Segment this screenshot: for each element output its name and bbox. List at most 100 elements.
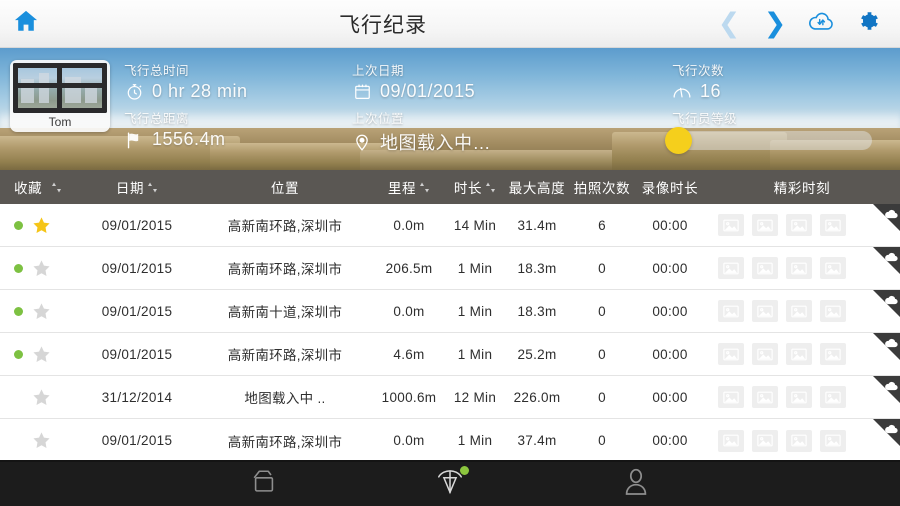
flag-icon xyxy=(124,130,144,150)
cloud-icon xyxy=(884,378,898,396)
settings-button[interactable] xyxy=(852,9,882,39)
table-row[interactable]: 09/01/2015高新南十道,深圳市0.0m1 Min18.3m000:00 xyxy=(0,290,900,333)
column-header-max-altitude: 最大高度 xyxy=(506,170,568,204)
favorite-star-icon[interactable] xyxy=(32,345,51,364)
highlight-thumbnail[interactable] xyxy=(718,430,744,452)
cell-favorite xyxy=(0,333,78,375)
cell-max-altitude: 25.2m xyxy=(506,333,568,375)
cell-date: 09/01/2015 xyxy=(78,419,196,462)
cell-duration: 12 Min xyxy=(444,376,506,418)
table-row[interactable]: 09/01/2015高新南环路,深圳市0.0m1 Min37.4m000:00 xyxy=(0,419,900,462)
column-label: 日期 xyxy=(116,177,144,197)
flight-records-app: 飞行纪录 ❮ ❯ xyxy=(0,0,900,506)
highlight-thumbnail[interactable] xyxy=(820,430,846,452)
column-label: 时长 xyxy=(454,177,482,197)
cell-duration: 1 Min xyxy=(444,419,506,462)
flight-records-table: 09/01/2015高新南环路,深圳市0.0m14 Min31.4m600:00… xyxy=(0,204,900,462)
cell-location: 高新南环路,深圳市 xyxy=(196,419,374,462)
home-button[interactable] xyxy=(0,8,52,39)
favorite-star-icon[interactable] xyxy=(32,216,51,235)
cell-date: 09/01/2015 xyxy=(78,290,196,332)
highlight-thumbnail[interactable] xyxy=(752,430,778,452)
stat-label: 飞行总时间 xyxy=(124,60,248,79)
cell-highlights xyxy=(704,333,900,375)
cell-max-altitude: 18.3m xyxy=(506,290,568,332)
cell-location: 高新南环路,深圳市 xyxy=(196,333,374,375)
column-label: 最大高度 xyxy=(509,177,565,197)
cell-favorite xyxy=(0,204,78,246)
cloud-download-icon xyxy=(807,9,835,38)
table-row[interactable]: 09/01/2015高新南环路,深圳市206.5m1 Min18.3m000:0… xyxy=(0,247,900,290)
column-header-date[interactable]: 日期 xyxy=(78,170,196,204)
cell-video-duration: 00:00 xyxy=(636,290,704,332)
cell-max-altitude: 37.4m xyxy=(506,419,568,462)
stats-hero: Tom 飞行总时间 0 hr 28 min 飞行总距离 xyxy=(0,48,900,170)
flight-stats: 飞行总时间 0 hr 28 min 飞行总距离 xyxy=(0,48,900,170)
table-row[interactable]: 09/01/2015高新南环路,深圳市0.0m14 Min31.4m600:00 xyxy=(0,204,900,247)
highlight-thumbnail[interactable] xyxy=(786,214,812,236)
highlight-thumbnail[interactable] xyxy=(820,300,846,322)
sync-status-empty xyxy=(14,393,23,402)
cloud-icon xyxy=(884,206,898,224)
highlight-thumbnail[interactable] xyxy=(752,300,778,322)
table-row[interactable]: 31/12/2014地图载入中 ..1000.6m12 Min226.0m000… xyxy=(0,376,900,419)
highlight-thumbnail[interactable] xyxy=(718,343,744,365)
favorite-star-icon[interactable] xyxy=(32,259,51,278)
column-header-favorite[interactable]: 收藏 xyxy=(0,170,78,204)
nav-profile[interactable] xyxy=(612,465,660,503)
highlight-thumbnail[interactable] xyxy=(786,300,812,322)
next-page-button[interactable]: ❯ xyxy=(760,9,790,39)
highlight-thumbnail[interactable] xyxy=(820,257,846,279)
table-row[interactable]: 09/01/2015高新南环路,深圳市4.6m1 Min25.2m000:00 xyxy=(0,333,900,376)
favorite-star-icon[interactable] xyxy=(32,302,51,321)
cell-distance: 4.6m xyxy=(374,333,444,375)
stat-last-location: 上次位置 地图载入中… xyxy=(352,108,491,155)
chevron-left-icon: ❮ xyxy=(718,10,741,37)
header-actions: ❮ ❯ xyxy=(714,9,900,39)
cell-video-duration: 00:00 xyxy=(636,376,704,418)
column-label: 位置 xyxy=(271,177,299,197)
column-header-duration[interactable]: 时长 xyxy=(444,170,506,204)
highlight-thumbnail[interactable] xyxy=(718,386,744,408)
sync-status-dot xyxy=(14,350,23,359)
highlight-thumbnail[interactable] xyxy=(786,257,812,279)
highlight-thumbnail[interactable] xyxy=(786,386,812,408)
highlight-thumbnail[interactable] xyxy=(752,386,778,408)
highlight-thumbnail[interactable] xyxy=(752,257,778,279)
nav-gallery[interactable] xyxy=(240,465,288,503)
cell-favorite xyxy=(0,419,78,462)
column-header-distance[interactable]: 里程 xyxy=(374,170,444,204)
highlight-thumbnail[interactable] xyxy=(820,386,846,408)
sort-toggle-icon xyxy=(147,181,158,194)
cell-duration: 1 Min xyxy=(444,290,506,332)
highlight-thumbnail[interactable] xyxy=(718,257,744,279)
highlight-thumbnail[interactable] xyxy=(718,214,744,236)
favorite-star-icon[interactable] xyxy=(32,388,51,407)
calendar-icon xyxy=(352,82,372,102)
page-title: 飞行纪录 xyxy=(52,9,714,39)
highlight-thumbnail[interactable] xyxy=(752,343,778,365)
cell-max-altitude: 31.4m xyxy=(506,204,568,246)
highlight-thumbnail[interactable] xyxy=(786,343,812,365)
stat-value: 地图载入中… xyxy=(380,129,491,155)
column-header-location: 位置 xyxy=(196,170,374,204)
cell-date: 31/12/2014 xyxy=(78,376,196,418)
highlight-thumbnail[interactable] xyxy=(820,214,846,236)
highlight-thumbnail[interactable] xyxy=(718,300,744,322)
cloud-icon xyxy=(884,421,898,439)
cell-distance: 0.0m xyxy=(374,419,444,462)
stat-label: 飞行员等级 xyxy=(672,108,872,127)
cell-distance: 0.0m xyxy=(374,204,444,246)
prev-page-button[interactable]: ❮ xyxy=(714,9,744,39)
cell-duration: 1 Min xyxy=(444,247,506,289)
cloud-sync-button[interactable] xyxy=(806,9,836,39)
highlight-thumbnail[interactable] xyxy=(786,430,812,452)
table-header: 收藏 日期 位置 里程 时长 最大高度 xyxy=(0,170,900,204)
column-label: 拍照次数 xyxy=(574,177,630,197)
favorite-star-icon[interactable] xyxy=(32,431,51,450)
nav-drone[interactable] xyxy=(426,465,474,503)
highlight-thumbnail[interactable] xyxy=(752,214,778,236)
highlight-thumbnail[interactable] xyxy=(820,343,846,365)
cell-distance: 1000.6m xyxy=(374,376,444,418)
cell-duration: 1 Min xyxy=(444,333,506,375)
